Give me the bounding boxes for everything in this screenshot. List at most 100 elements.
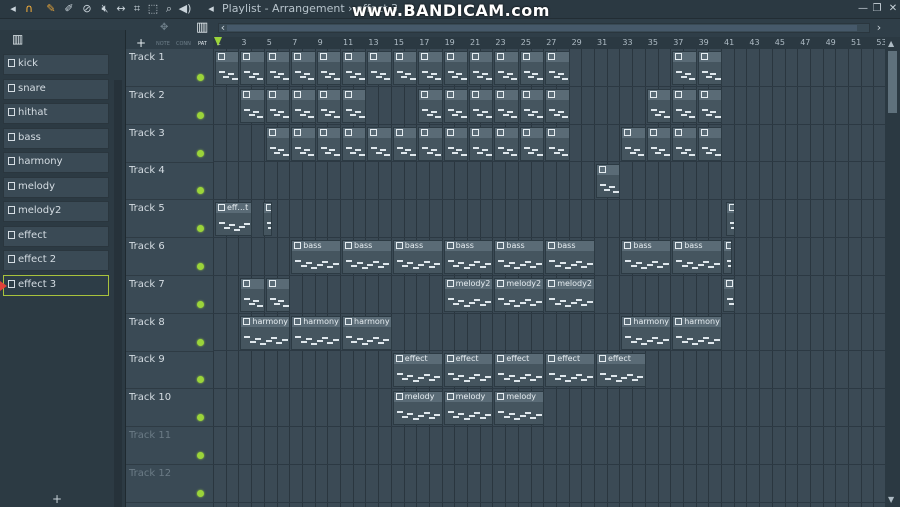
scroll-right-icon[interactable]: › xyxy=(872,21,886,35)
track-enable-led[interactable] xyxy=(197,74,204,81)
pattern-clip[interactable] xyxy=(494,126,519,161)
track-header[interactable]: Track 9 xyxy=(126,351,213,390)
playback-icon[interactable]: ◀) xyxy=(178,2,192,16)
pattern-clip[interactable]: melody xyxy=(494,391,545,426)
pattern-clip[interactable] xyxy=(291,126,316,161)
picker-item[interactable]: bass xyxy=(3,127,109,149)
timeline-ruler[interactable]: 1 3 5 7 9 11 13 15 17 19 21 23 25 27 29 31 33 35 37 39 41 43 4… xyxy=(213,37,887,49)
pattern-clip[interactable] xyxy=(646,88,672,123)
pattern-clip[interactable] xyxy=(392,51,418,85)
picker-item[interactable]: harmony xyxy=(3,152,109,173)
pattern-clip[interactable] xyxy=(240,88,265,123)
pattern-clip[interactable] xyxy=(545,126,570,161)
picker-item[interactable]: hithat xyxy=(3,103,109,124)
arrow-left-icon[interactable]: ◂ xyxy=(204,2,218,16)
pattern-clip[interactable] xyxy=(443,126,468,161)
scroll-down-icon[interactable]: ▼ xyxy=(888,495,894,504)
pencil-icon[interactable]: ✎ xyxy=(44,2,58,16)
pattern-clip[interactable] xyxy=(418,51,443,85)
pattern-clip[interactable] xyxy=(469,51,494,85)
picker-item[interactable]: effect xyxy=(3,225,109,247)
pattern-clip[interactable]: melody2 xyxy=(545,277,595,312)
pattern-clip[interactable] xyxy=(265,277,291,312)
pattern-clip[interactable] xyxy=(392,126,418,161)
mute-icon[interactable]: 🔇︎ xyxy=(98,2,112,16)
maximize-icon[interactable]: ❐ xyxy=(870,2,884,16)
select-icon[interactable]: ⬚ xyxy=(146,2,160,16)
track-enable-led[interactable] xyxy=(197,225,204,233)
pattern-clip[interactable] xyxy=(519,88,545,123)
track-enable-led[interactable] xyxy=(197,187,204,195)
picker-scrollbar[interactable] xyxy=(114,80,122,507)
pattern-clip[interactable]: melody2 xyxy=(494,277,545,312)
menu-icon[interactable]: ◂ xyxy=(6,2,20,16)
track-enable-led[interactable] xyxy=(197,149,204,157)
pattern-clip[interactable] xyxy=(240,277,265,312)
pattern-clip[interactable]: harmony xyxy=(621,315,672,350)
pattern-clip[interactable] xyxy=(291,51,316,85)
pattern-clip[interactable] xyxy=(418,88,443,123)
track-header[interactable]: Track 3 xyxy=(126,125,213,163)
pattern-clip[interactable] xyxy=(672,51,697,85)
pattern-clip[interactable] xyxy=(672,88,697,123)
pattern-clip[interactable]: melody xyxy=(443,391,494,426)
track-header[interactable]: Track 11 xyxy=(126,427,213,465)
brush-icon[interactable]: ✐ xyxy=(62,2,76,16)
slip-icon[interactable]: ↔ xyxy=(114,2,128,16)
picker-item[interactable]: melody xyxy=(3,176,109,198)
pattern-clip[interactable] xyxy=(725,202,735,237)
track-header[interactable]: Track 6 xyxy=(126,238,213,276)
pattern-clip[interactable] xyxy=(494,51,519,85)
pattern-clip[interactable]: bass xyxy=(545,240,595,274)
minimize-icon[interactable]: — xyxy=(856,2,870,16)
picker-item[interactable]: effect 3 xyxy=(0,274,109,296)
close-icon[interactable]: ✕ xyxy=(886,2,900,16)
pattern-clip[interactable]: melody xyxy=(392,391,443,426)
pattern-clip[interactable]: effect xyxy=(443,353,494,388)
pattern-clip[interactable]: effect xyxy=(596,353,646,388)
picker-item[interactable]: melody2 xyxy=(3,201,109,222)
add-button[interactable]: + xyxy=(52,492,62,506)
pattern-clip[interactable] xyxy=(342,126,367,161)
track-header[interactable]: Track 8 xyxy=(126,314,213,352)
track-header[interactable]: Track 1 xyxy=(126,49,213,87)
pattern-clip[interactable] xyxy=(545,51,570,85)
pattern-icon[interactable]: ▥ xyxy=(12,32,23,46)
track-header[interactable]: Track 5 xyxy=(126,200,213,239)
pattern-clip[interactable]: bass xyxy=(342,240,392,274)
pattern-clip[interactable]: melody2 xyxy=(443,277,494,312)
pattern-clip[interactable]: bass xyxy=(621,240,672,274)
pattern-clip[interactable] xyxy=(494,88,519,123)
track-header[interactable]: Track 12 xyxy=(126,465,213,503)
pattern-clip[interactable] xyxy=(342,88,367,123)
picker-item[interactable]: snare xyxy=(3,78,109,100)
pattern-clip[interactable] xyxy=(723,277,735,312)
pattern-selector-icon[interactable]: ▥ xyxy=(196,20,208,35)
picker-item[interactable]: effect 2 xyxy=(3,250,109,271)
snap-icon[interactable]: ✥ xyxy=(160,22,168,33)
pattern-clip[interactable] xyxy=(723,240,733,274)
track-enable-led[interactable] xyxy=(197,489,204,497)
pattern-clip[interactable] xyxy=(316,88,341,123)
pattern-clip[interactable]: bass xyxy=(672,240,722,274)
pattern-clip[interactable] xyxy=(367,126,392,161)
pattern-clip[interactable] xyxy=(291,88,316,123)
pattern-clip[interactable] xyxy=(265,126,291,161)
pattern-clip[interactable]: bass xyxy=(443,240,494,274)
pattern-clip[interactable] xyxy=(263,202,273,237)
pattern-clip[interactable]: effect xyxy=(494,353,545,388)
track-header[interactable]: Track 4 xyxy=(126,162,213,201)
pattern-clip[interactable] xyxy=(519,126,545,161)
pattern-clip[interactable] xyxy=(418,126,443,161)
track-header[interactable]: Track 10 xyxy=(126,389,213,428)
track-header[interactable]: Track 7 xyxy=(126,276,213,314)
pattern-clip[interactable] xyxy=(697,88,722,123)
playlist-grid[interactable]: eff...t 3 bass bass bass bass bass bass bass bas… xyxy=(213,49,885,507)
pattern-clip[interactable]: bass xyxy=(392,240,443,274)
pattern-clip[interactable] xyxy=(596,164,621,199)
pattern-clip[interactable]: effect xyxy=(545,353,595,388)
pattern-clip[interactable] xyxy=(316,126,341,161)
pattern-clip[interactable] xyxy=(265,51,291,85)
pattern-clip[interactable]: harmony xyxy=(240,315,291,350)
pattern-clip[interactable] xyxy=(443,51,468,85)
